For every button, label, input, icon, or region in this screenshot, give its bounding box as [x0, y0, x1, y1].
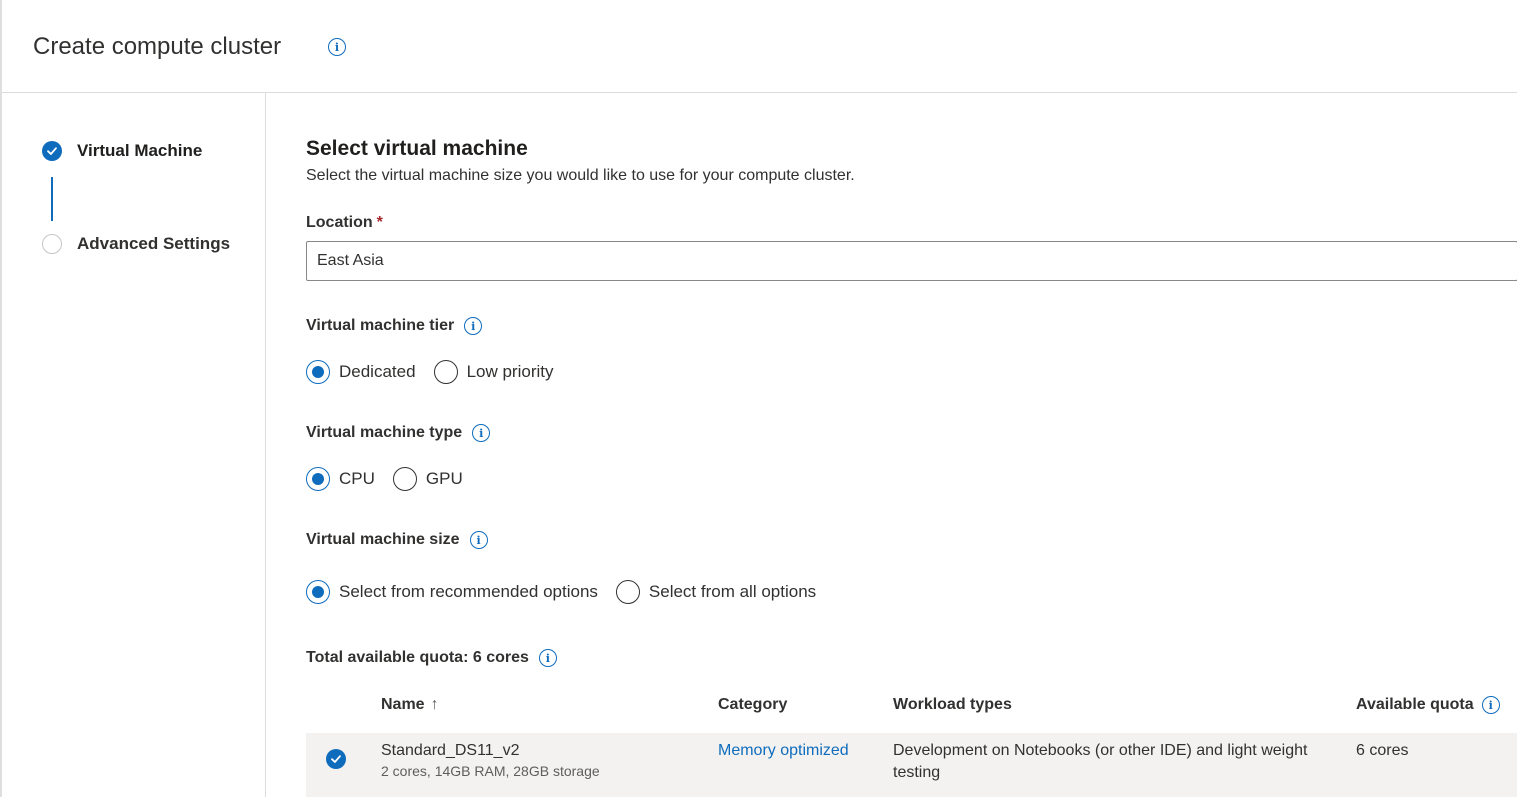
- info-icon[interactable]: i: [538, 649, 557, 667]
- location-field[interactable]: [306, 241, 1517, 281]
- step-virtual-machine[interactable]: Virtual Machine: [42, 141, 202, 161]
- radio-all-options[interactable]: Select from all options: [615, 580, 817, 604]
- radio-low-priority[interactable]: Low priority: [433, 360, 554, 384]
- radio-selected-icon[interactable]: [306, 360, 330, 384]
- workload-types-cell: Development on Notebooks (or other IDE) …: [893, 742, 1308, 781]
- info-icon[interactable]: i: [469, 531, 488, 549]
- vm-name-cell: Standard_DS11_v2 2 cores, 14GB RAM, 28GB…: [381, 742, 600, 779]
- step-advanced-settings[interactable]: Advanced Settings: [42, 234, 230, 254]
- sort-ascending-icon[interactable]: ↑: [431, 696, 439, 714]
- required-mark: *: [376, 214, 383, 231]
- radio-label: Low priority: [466, 362, 554, 381]
- create-compute-cluster-panel: Create compute cluster i Virtual Machine…: [0, 0, 1517, 797]
- step-pending-circle-icon: [42, 234, 62, 254]
- vm-type-label-text: Virtual machine type: [306, 424, 463, 441]
- radio-unselected-icon[interactable]: [615, 580, 640, 604]
- page-title: Create compute cluster: [33, 33, 282, 60]
- vm-tier-label-text: Virtual machine tier: [306, 317, 455, 334]
- radio-recommended-options[interactable]: Select from recommended options: [306, 580, 598, 604]
- wizard-stepper: Virtual Machine Advanced Settings: [2, 93, 266, 797]
- column-header-label: Available quota: [1356, 696, 1474, 713]
- vm-tier-label: Virtual machine tier i: [306, 317, 483, 335]
- panel-header: Create compute cluster i: [2, 0, 1517, 93]
- info-icon[interactable]: i: [472, 424, 491, 442]
- step-connector: [51, 177, 53, 221]
- vm-size-label: Virtual machine size i: [306, 531, 488, 549]
- table-row[interactable]: Standard_DS11_v2 2 cores, 14GB RAM, 28GB…: [306, 733, 1517, 797]
- vm-type-radio-group: CPU GPU: [306, 467, 481, 491]
- vm-name: Standard_DS11_v2: [381, 742, 520, 759]
- radio-gpu[interactable]: GPU: [392, 467, 463, 491]
- info-icon[interactable]: i: [328, 38, 346, 56]
- radio-label: Select from all options: [648, 582, 817, 601]
- radio-unselected-icon[interactable]: [392, 467, 417, 491]
- radio-selected-icon[interactable]: [306, 580, 330, 604]
- section-title: Select virtual machine: [306, 137, 528, 160]
- vm-tier-radio-group: Dedicated Low priority: [306, 360, 571, 384]
- radio-label: Select from recommended options: [339, 582, 598, 601]
- radio-label: Dedicated: [339, 362, 416, 381]
- checkmark-icon: [42, 141, 62, 161]
- vm-table-header: Name ↑ Category Workload types Available…: [306, 688, 1517, 728]
- available-quota-cell: 6 cores: [1356, 742, 1409, 759]
- radio-unselected-icon[interactable]: [433, 360, 458, 384]
- category-link[interactable]: Memory optimized: [718, 742, 849, 760]
- location-label-text: Location: [306, 214, 373, 231]
- radio-cpu[interactable]: CPU: [306, 467, 375, 491]
- row-selected-checkmark-icon[interactable]: [326, 749, 346, 769]
- radio-label: CPU: [339, 469, 375, 488]
- info-icon[interactable]: i: [1481, 696, 1500, 714]
- vm-size-radio-group: Select from recommended options Select f…: [306, 580, 834, 604]
- column-header-name[interactable]: Name ↑: [381, 696, 439, 714]
- vm-type-label: Virtual machine type i: [306, 424, 491, 442]
- vm-specs: 2 cores, 14GB RAM, 28GB storage: [381, 763, 600, 779]
- column-header-available-quota[interactable]: Available quota i: [1356, 696, 1500, 714]
- info-icon[interactable]: i: [464, 317, 483, 335]
- quota-label-text: Total available quota: 6 cores: [306, 649, 529, 666]
- location-label: Location *: [306, 214, 383, 232]
- column-header-workload-types[interactable]: Workload types: [893, 696, 1012, 714]
- column-header-label: Workload types: [893, 696, 1012, 713]
- vm-size-label-text: Virtual machine size: [306, 531, 460, 548]
- radio-selected-icon[interactable]: [306, 467, 330, 491]
- section-subtitle: Select the virtual machine size you woul…: [306, 167, 855, 184]
- column-header-label: Name: [381, 696, 425, 713]
- radio-dedicated[interactable]: Dedicated: [306, 360, 416, 384]
- column-header-label: Category: [718, 696, 788, 713]
- quota-label: Total available quota: 6 cores i: [306, 649, 557, 667]
- radio-label: GPU: [425, 469, 463, 488]
- column-header-category[interactable]: Category: [718, 696, 787, 714]
- step-label: Advanced Settings: [77, 234, 231, 253]
- step-label: Virtual Machine: [77, 141, 203, 160]
